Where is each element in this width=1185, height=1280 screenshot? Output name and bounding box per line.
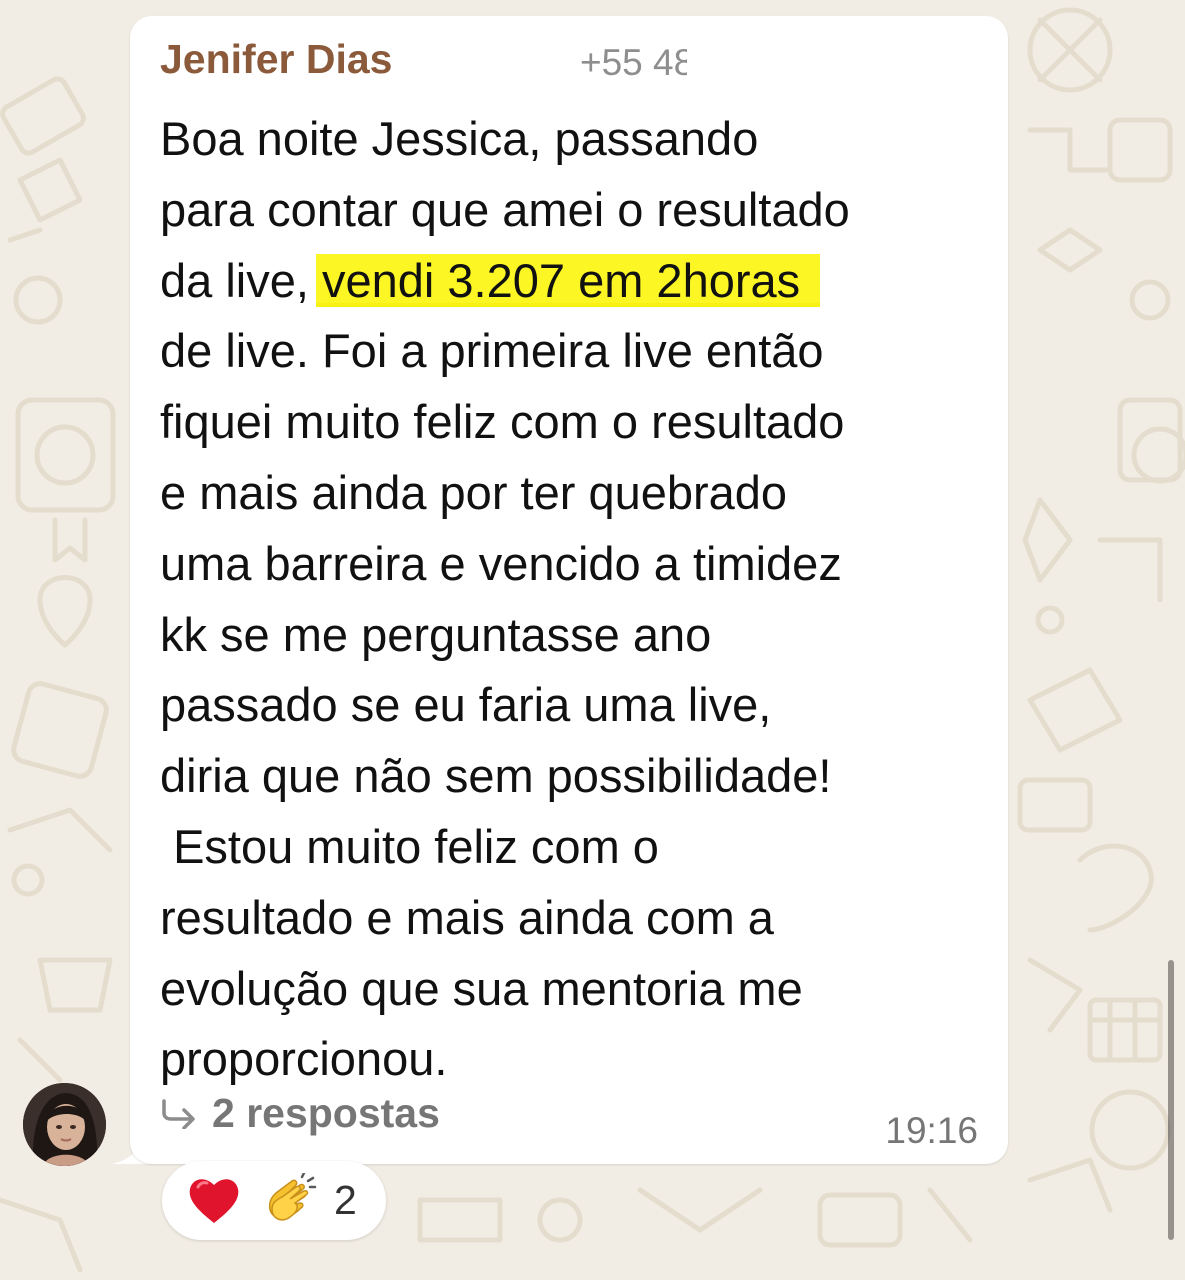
view-replies-button[interactable]: 2 respostas [160,1090,440,1137]
phone-redaction [687,40,997,86]
message-time: 19:16 [885,1110,978,1151]
clapping-hands-icon [268,1172,317,1220]
red-heart-icon [189,1178,239,1223]
sender-phone: +55 48 [580,42,695,83]
reaction-count: 2 [334,1177,357,1223]
reactions-pill[interactable]: 2 [162,1161,386,1240]
reply-arrow-icon [162,1098,195,1129]
message-text: Boa noite Jessica, passando para contar … [160,104,1000,1095]
message-text-end: de live. Foi a primeira live então fique… [160,324,845,1086]
sender-avatar[interactable] [23,1083,106,1166]
scrollbar-thumb[interactable] [1168,960,1174,1240]
avatar-photo [23,1083,106,1166]
replies-count-label: 2 respostas [212,1090,440,1136]
message-bubble[interactable]: Jenifer Dias +55 48 Boa noite Jessica, p… [130,16,1008,1164]
highlighted-sales-text: vendi 3.207 em 2horas [315,253,821,307]
sender-name[interactable]: Jenifer Dias [160,36,392,83]
